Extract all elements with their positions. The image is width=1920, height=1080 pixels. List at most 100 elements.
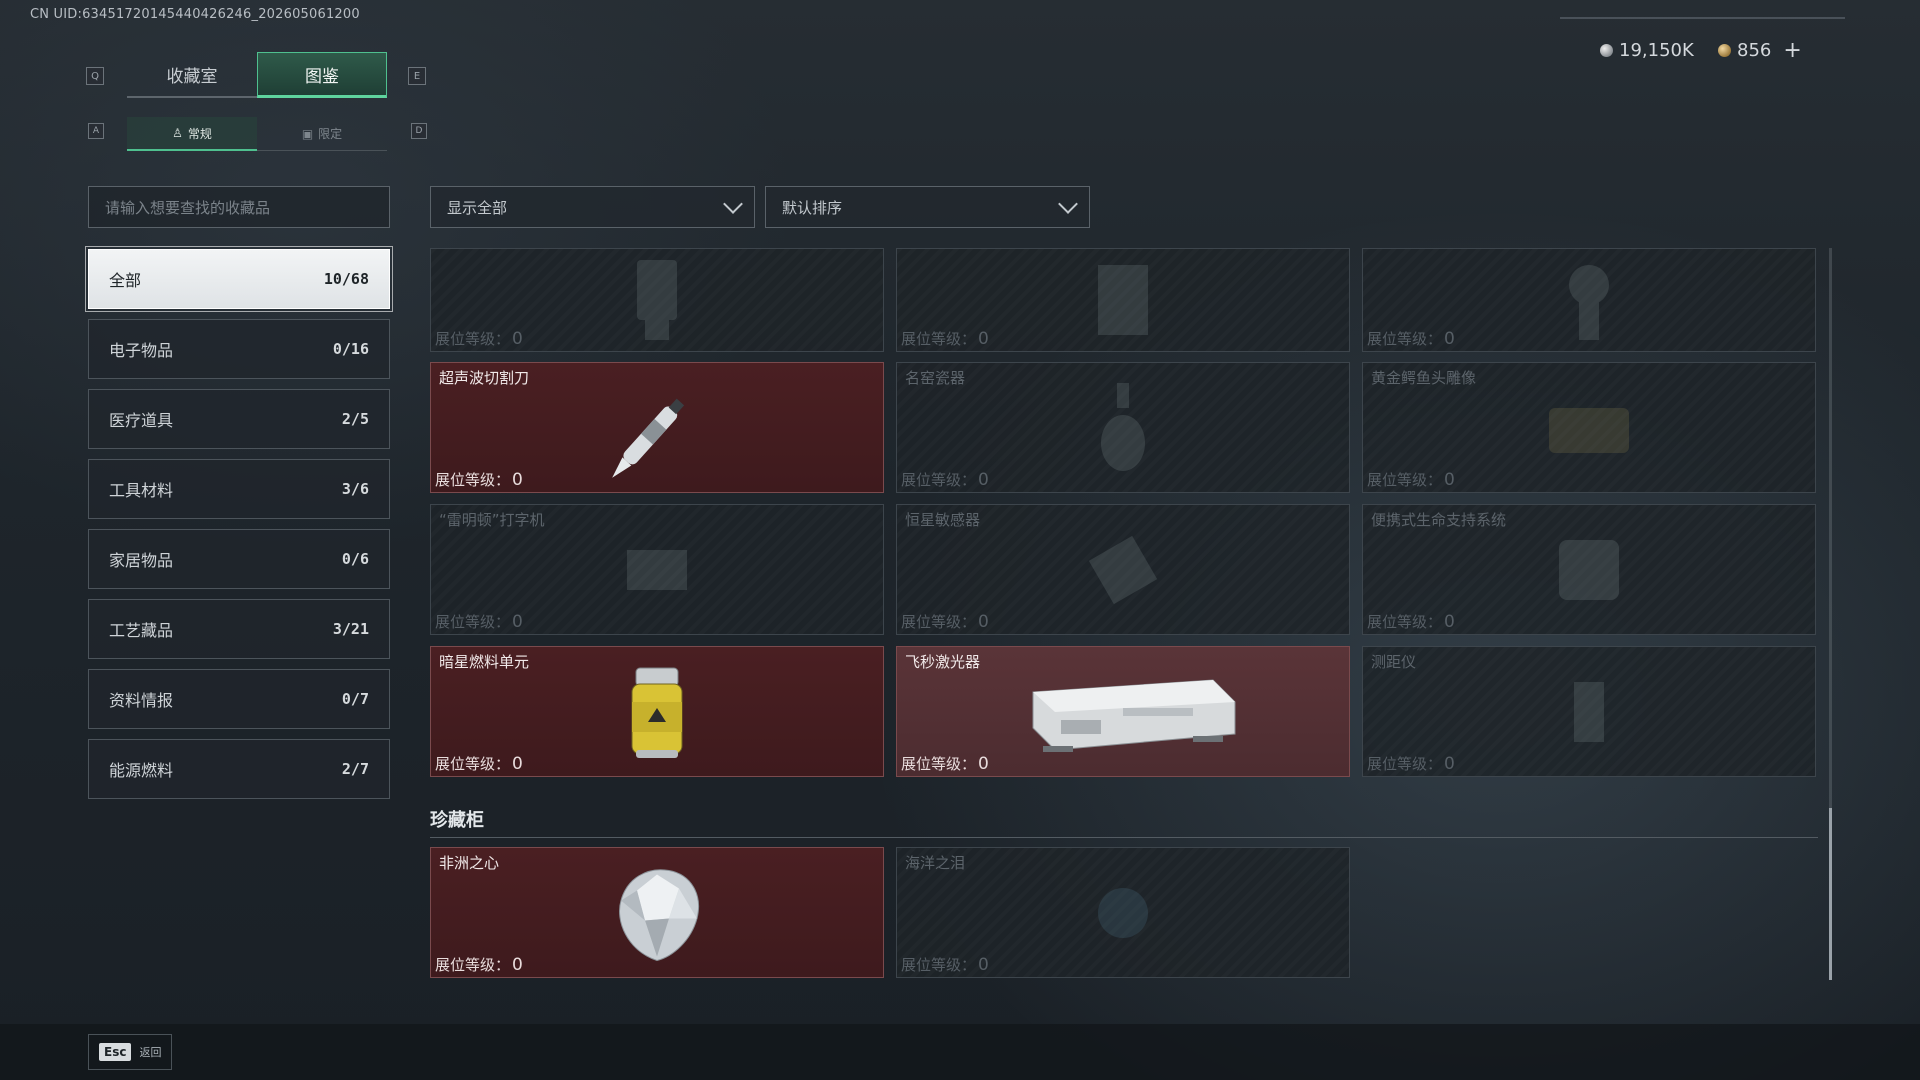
card-level: 展位等级： 0 — [1367, 470, 1455, 490]
card-name: 海洋之泪 — [905, 854, 966, 872]
bottom-bar — [0, 1024, 1920, 1080]
card-level: 展位等级： 0 — [901, 470, 989, 490]
subtab-prev-key[interactable]: A — [88, 123, 104, 139]
collection-card[interactable]: 黄金鳄鱼头雕像 展位等级： 0 — [1362, 362, 1816, 493]
secondary-tabs: ♙ 常规 ▣ 限定 — [127, 117, 387, 151]
category-count: 2/7 — [341, 760, 369, 778]
back-button[interactable]: Esc 返回 — [88, 1034, 172, 1070]
card-level: 展位等级： 0 — [901, 329, 989, 349]
card-level: 展位等级： 0 — [1367, 612, 1455, 632]
collection-card[interactable]: “雷明顿”打字机 展位等级： 0 — [430, 504, 884, 635]
card-level: 展位等级： 0 — [1367, 329, 1455, 349]
subtab-regular[interactable]: ♙ 常规 — [127, 117, 257, 151]
card-name: 便携式生命支持系统 — [1371, 511, 1507, 529]
card-name: 测距仪 — [1371, 653, 1417, 671]
diamond-icon — [619, 868, 699, 961]
sort-dropdown[interactable]: 默认排序 — [765, 186, 1090, 228]
category-count: 0/16 — [332, 340, 369, 358]
category-electronics[interactable]: 电子物品 0/16 — [88, 319, 390, 379]
gold-amount: 856 — [1737, 40, 1772, 61]
collection-card[interactable]: 海洋之泪 展位等级： 0 — [896, 847, 1350, 978]
category-label: 资料情报 — [109, 691, 174, 710]
star-sensor-icon — [1088, 535, 1158, 604]
item-silhouette-icon — [1098, 265, 1148, 335]
femtosecond-laser-icon — [1032, 678, 1236, 752]
category-medical[interactable]: 医疗道具 2/5 — [88, 389, 390, 449]
card-level: 展位等级： 0 — [901, 955, 989, 975]
chevron-down-icon — [1058, 194, 1078, 214]
collection-card[interactable]: 暗星燃料单元 展位等级： 0 — [430, 646, 884, 777]
card-name: 超声波切割刀 — [439, 369, 530, 387]
card-name: 非洲之心 — [439, 854, 500, 872]
category-label: 工具材料 — [109, 481, 174, 500]
subtab-next-key[interactable]: D — [411, 123, 427, 139]
silver-coin-icon — [1600, 44, 1613, 57]
uid-label: CN UID:63451720145440426246_202605061200 — [30, 7, 360, 22]
sort-value: 默认排序 — [782, 198, 843, 217]
ultrasonic-knife-icon — [612, 398, 685, 478]
gold-crocodile-statue-icon — [1549, 407, 1629, 453]
item-silhouette-icon — [1569, 265, 1609, 340]
card-level: 展位等级： 0 — [1367, 754, 1455, 774]
card-level: 展位等级： 0 — [435, 329, 523, 349]
card-level: 展位等级： 0 — [435, 612, 523, 632]
category-all[interactable]: 全部 10/68 — [85, 246, 393, 312]
add-currency-button[interactable]: + — [1783, 39, 1801, 61]
tab-collection-room[interactable]: 收藏室 — [127, 52, 257, 98]
collection-card[interactable]: 展位等级： 0 — [430, 248, 884, 352]
card-name: 飞秒激光器 — [905, 653, 981, 671]
category-intel[interactable]: 资料情报 0/7 — [88, 669, 390, 729]
collection-card[interactable]: 便携式生命支持系统 展位等级： 0 — [1362, 504, 1816, 635]
category-count: 10/68 — [323, 270, 369, 288]
collection-card[interactable]: 恒星敏感器 展位等级： 0 — [896, 504, 1350, 635]
category-tools[interactable]: 工具材料 3/6 — [88, 459, 390, 519]
tab-next-key[interactable]: E — [408, 67, 426, 85]
show-filter-dropdown[interactable]: 显示全部 — [430, 186, 755, 228]
category-crafts[interactable]: 工艺藏品 3/21 — [88, 599, 390, 659]
show-filter-value: 显示全部 — [447, 198, 508, 217]
life-support-icon — [1559, 539, 1619, 600]
collection-card[interactable]: 展位等级： 0 — [1362, 248, 1816, 352]
top-divider — [1560, 17, 1845, 19]
collection-card[interactable]: 名窑瓷器 展位等级： 0 — [896, 362, 1350, 493]
typewriter-icon — [627, 549, 687, 590]
category-count: 2/5 — [341, 410, 369, 428]
category-count: 0/7 — [341, 690, 369, 708]
collection-card[interactable]: 展位等级： 0 — [896, 248, 1350, 352]
subtab-limited-label: 限定 — [318, 127, 343, 141]
category-count: 3/6 — [341, 480, 369, 498]
silver-amount: 19,150K — [1619, 40, 1694, 61]
ocean-tear-icon — [1098, 887, 1148, 938]
card-level: 展位等级： 0 — [435, 470, 523, 490]
limited-icon: ▣ — [301, 126, 314, 141]
card-name: 暗星燃料单元 — [439, 653, 530, 671]
category-label: 全部 — [109, 271, 142, 290]
collection-card[interactable]: 测距仪 展位等级： 0 — [1362, 646, 1816, 777]
collection-card[interactable]: 超声波切割刀 展位等级： 0 — [430, 362, 884, 493]
category-label: 能源燃料 — [109, 761, 174, 780]
category-energy[interactable]: 能源燃料 2/7 — [88, 739, 390, 799]
category-count: 3/21 — [332, 620, 369, 638]
tab-codex[interactable]: 图鉴 — [257, 52, 387, 98]
category-household[interactable]: 家居物品 0/6 — [88, 529, 390, 589]
item-silhouette-icon — [637, 260, 677, 340]
collection-card[interactable]: 非洲之心 展位等级： 0 — [430, 847, 884, 978]
card-name: “雷明顿”打字机 — [439, 511, 545, 529]
category-label: 工艺藏品 — [109, 621, 174, 640]
primary-tabs: 收藏室 图鉴 — [127, 52, 387, 98]
collection-card[interactable]: 飞秒激光器 展位等级： 0 — [896, 646, 1350, 777]
esc-key-label: Esc — [99, 1043, 132, 1061]
porcelain-vase-icon — [1101, 382, 1145, 471]
tab-prev-key[interactable]: Q — [86, 67, 104, 85]
card-level: 展位等级： 0 — [435, 955, 523, 975]
category-label: 家居物品 — [109, 551, 174, 570]
subtab-limited[interactable]: ▣ 限定 — [257, 117, 387, 151]
scrollbar-thumb[interactable] — [1829, 808, 1832, 980]
search-input[interactable]: 请输入想要查找的收藏品 — [88, 186, 390, 228]
card-level: 展位等级： 0 — [901, 612, 989, 632]
back-label: 返回 — [139, 1046, 162, 1059]
card-name: 恒星敏感器 — [905, 511, 981, 529]
subtab-regular-label: 常规 — [187, 126, 212, 141]
rangefinder-icon — [1574, 681, 1604, 742]
card-name: 名窑瓷器 — [905, 369, 966, 387]
